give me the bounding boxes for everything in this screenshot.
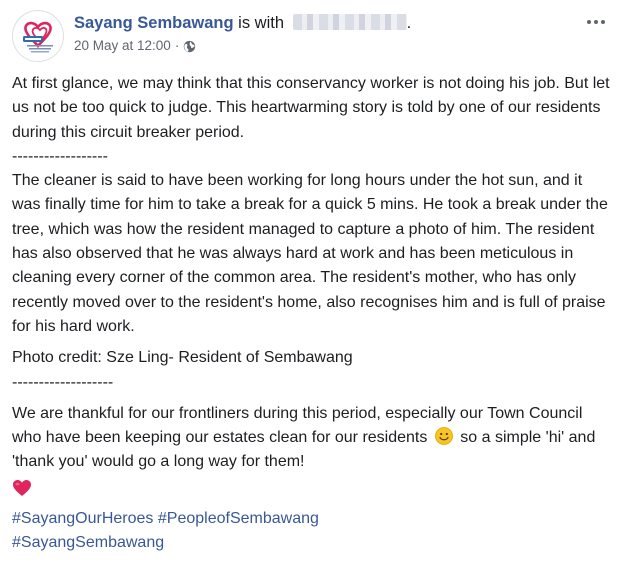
post-paragraph-thanks: We are thankful for our frontliners duri… <box>12 402 612 475</box>
post-body: At first glance, we may think that this … <box>12 72 612 555</box>
post-title-line: Sayang Sembawang is with . <box>74 13 574 33</box>
separator-line: ------------------- <box>12 373 114 391</box>
title-period: . <box>406 14 412 32</box>
red-heart-emoji <box>13 479 31 496</box>
meta-separator: · <box>174 38 180 53</box>
page-name-link[interactable]: Sayang Sembawang <box>74 14 234 32</box>
post-timestamp[interactable]: 20 May at 12:00 <box>74 37 171 55</box>
more-options-dot <box>601 20 605 24</box>
more-options-dot <box>587 20 591 24</box>
with-text: is with <box>233 14 289 32</box>
more-options-dot <box>594 20 598 24</box>
page-avatar[interactable] <box>12 10 64 62</box>
post-paragraph-intro: At first glance, we may think that this … <box>12 75 610 141</box>
smiling-face-emoji <box>434 427 453 446</box>
sayang-sembawang-logo <box>14 12 63 61</box>
post-paragraph-story: The cleaner is said to have been working… <box>12 172 608 335</box>
hashtag-link[interactable]: #SayangSembawang <box>12 534 164 551</box>
separator-line: ------------------ <box>12 147 108 165</box>
post-meta: Sayang Sembawang is with . 20 May at 12:… <box>74 13 574 55</box>
hashtag-link[interactable]: #SayangOurHeroes <box>12 510 153 527</box>
globe-icon[interactable] <box>183 40 196 53</box>
photo-credit: Photo credit: Sze Ling- Resident of Semb… <box>12 349 353 367</box>
tagged-page-redacted[interactable] <box>292 14 407 30</box>
hashtag-link[interactable]: #PeopleofSembawang <box>158 510 319 527</box>
heart-row <box>12 479 612 501</box>
post-header: Sayang Sembawang is with . 20 May at 12:… <box>12 10 608 62</box>
post-subline: 20 May at 12:00 · <box>74 37 574 55</box>
hashtag-line: #SayangOurHeroes #PeopleofSembawang <box>12 507 612 531</box>
more-options-icon[interactable] <box>584 12 608 32</box>
hashtag-line: #SayangSembawang <box>12 531 612 555</box>
